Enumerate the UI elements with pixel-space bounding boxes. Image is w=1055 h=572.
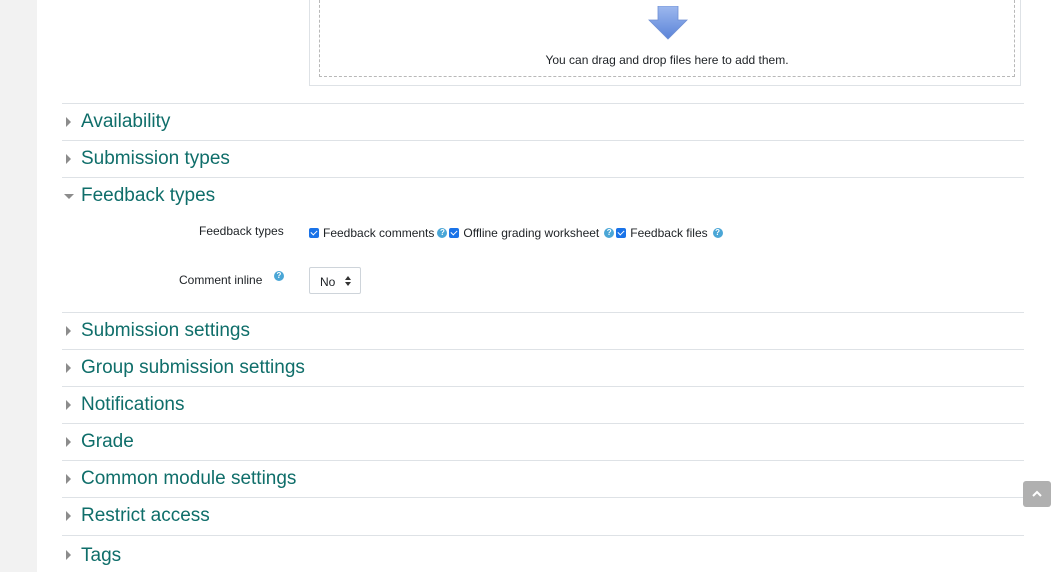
section-header-feedback-types[interactable]: Feedback types (62, 178, 1024, 214)
section-title[interactable]: Notifications (81, 394, 185, 416)
help-icon[interactable]: ? (604, 228, 615, 238)
select-arrows-icon (345, 276, 351, 286)
caret-down-icon (64, 194, 74, 199)
drop-instructions: You can drag and drop files here to add … (545, 53, 789, 67)
section-title[interactable]: Grade (81, 431, 134, 453)
section-header-submission-types[interactable]: Submission types (62, 141, 1024, 177)
caret-right-icon (66, 326, 71, 336)
section-restrict-access: Restrict access (62, 497, 1024, 535)
comment-inline-label: Comment inline (179, 273, 263, 287)
section-title[interactable]: Restrict access (81, 505, 210, 527)
file-picker[interactable]: You can drag and drop files here to add … (309, 0, 1021, 86)
feedback-files-label[interactable]: Feedback files (630, 226, 707, 240)
offline-grading-worksheet-checkbox[interactable] (449, 228, 460, 238)
caret-right-icon (66, 154, 71, 164)
feedback-comments-checkbox[interactable] (309, 228, 319, 238)
caret-right-icon (66, 511, 71, 521)
section-header-notifications[interactable]: Notifications (62, 387, 1024, 423)
feedback-files-checkbox[interactable] (616, 228, 627, 238)
caret-right-icon (66, 474, 71, 484)
back-to-top-button[interactable] (1023, 481, 1051, 507)
help-icon[interactable]: ? (437, 228, 448, 238)
section-tags: Tags (62, 535, 1024, 572)
feedback-comments-label[interactable]: Feedback comments (323, 226, 434, 240)
feedback-types-options: Feedback comments ? Offline grading work… (309, 226, 725, 240)
feedback-types-label: Feedback types (199, 224, 284, 238)
caret-right-icon (66, 117, 71, 127)
section-header-restrict-access[interactable]: Restrict access (62, 498, 1024, 534)
section-submission-types: Submission types (62, 140, 1024, 177)
section-title[interactable]: Submission types (81, 148, 230, 170)
section-header-tags[interactable]: Tags (62, 536, 1024, 572)
section-title[interactable]: Common module settings (81, 468, 296, 490)
section-group-submission-settings: Group submission settings (62, 349, 1024, 386)
section-title[interactable]: Submission settings (81, 320, 250, 342)
help-icon[interactable]: ? (712, 228, 723, 238)
section-header-common-module-settings[interactable]: Common module settings (62, 461, 1024, 497)
section-grade: Grade (62, 423, 1024, 460)
section-feedback-types: Feedback types (62, 177, 1024, 312)
caret-right-icon (66, 437, 71, 447)
comment-inline-value: No (320, 275, 336, 289)
section-availability: Availability (62, 103, 1024, 140)
caret-right-icon (66, 400, 71, 410)
section-title[interactable]: Availability (81, 111, 170, 133)
section-title[interactable]: Feedback types (81, 185, 215, 207)
page: You can drag and drop files here to add … (37, 0, 1055, 572)
section-header-grade[interactable]: Grade (62, 424, 1024, 460)
chevron-up-icon (1032, 490, 1042, 497)
comment-inline-select[interactable]: No (309, 267, 361, 294)
section-header-group-submission-settings[interactable]: Group submission settings (62, 350, 1024, 386)
offline-grading-worksheet-label[interactable]: Offline grading worksheet (463, 226, 599, 240)
file-drop-zone[interactable]: You can drag and drop files here to add … (319, 0, 1015, 77)
down-arrow-icon (648, 6, 688, 40)
caret-right-icon (66, 363, 71, 373)
section-submission-settings: Submission settings (62, 312, 1024, 349)
section-title[interactable]: Tags (81, 545, 121, 567)
section-header-submission-settings[interactable]: Submission settings (62, 313, 1024, 349)
caret-right-icon (66, 550, 71, 560)
section-title[interactable]: Group submission settings (81, 357, 305, 379)
help-icon[interactable]: ? (274, 271, 284, 281)
section-notifications: Notifications (62, 386, 1024, 423)
section-header-availability[interactable]: Availability (62, 104, 1024, 140)
section-common-module-settings: Common module settings (62, 460, 1024, 497)
